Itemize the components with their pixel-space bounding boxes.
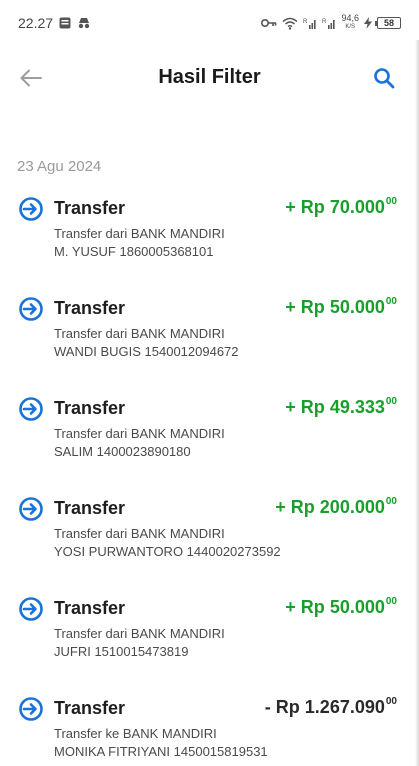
transaction-amount: + Rp 49.33300 — [285, 396, 397, 418]
transaction-description: Transfer dari BANK MANDIRI M. YUSUF 1860… — [54, 225, 225, 261]
transaction-type: Transfer — [54, 398, 126, 418]
incognito-icon — [77, 17, 91, 29]
transaction-amount: + Rp 200.00000 — [275, 496, 397, 518]
amount-currency: Rp — [300, 397, 325, 417]
transaction-amount: + Rp 50.00000 — [285, 296, 397, 318]
amount-value: 50.000 — [329, 597, 385, 617]
page-title: Hasil Filter — [158, 66, 261, 88]
transaction-item[interactable]: Transfer + Rp 70.00000 Transfer dari BAN… — [0, 190, 419, 290]
transaction-bank-line: Transfer dari BANK MANDIRI — [54, 626, 225, 641]
transaction-bank-line: Transfer dari BANK MANDIRI — [54, 326, 225, 341]
transaction-description: Transfer dari BANK MANDIRI SALIM 1400023… — [54, 425, 225, 461]
transaction-list: Transfer + Rp 70.00000 Transfer dari BAN… — [0, 190, 419, 766]
status-right: R R 94,6 K/S 58 — [261, 14, 401, 32]
transaction-account-line: WANDI BUGIS 1540012094672 — [54, 344, 239, 359]
transaction-type: Transfer — [54, 698, 126, 718]
transfer-icon — [19, 397, 43, 421]
amount-value: 70.000 — [329, 197, 385, 217]
amount-cents: 00 — [385, 296, 397, 307]
amount-currency: Rp — [275, 697, 300, 717]
network-speed-value: 94,6 — [341, 13, 359, 23]
svg-text:R: R — [322, 19, 327, 25]
amount-value: 200.000 — [319, 497, 385, 517]
transaction-account-line: M. YUSUF 1860005368101 — [54, 244, 214, 259]
amount-cents: 00 — [385, 196, 397, 207]
transfer-icon — [19, 697, 43, 721]
vpn-key-icon — [261, 18, 277, 28]
transaction-item[interactable]: Transfer - Rp 1.267.09000 Transfer ke BA… — [0, 690, 419, 766]
amount-sign: + — [285, 297, 296, 317]
amount-cents: 00 — [385, 496, 397, 507]
notification-app-icon — [59, 17, 71, 29]
amount-cents: 00 — [385, 396, 397, 407]
transaction-item[interactable]: Transfer + Rp 50.00000 Transfer dari BAN… — [0, 590, 419, 690]
amount-cents: 00 — [385, 696, 397, 707]
transaction-description: Transfer dari BANK MANDIRI YOSI PURWANTO… — [54, 525, 281, 561]
transfer-icon — [19, 197, 43, 221]
transfer-icon — [19, 297, 43, 321]
app-bar: Hasil Filter — [0, 46, 419, 110]
transaction-account-line: SALIM 1400023890180 — [54, 444, 191, 459]
charging-bolt-icon — [364, 17, 372, 29]
transaction-account-line: JUFRI 1510015473819 — [54, 644, 189, 659]
amount-value: 50.000 — [329, 297, 385, 317]
date-header: 23 Agu 2024 — [17, 158, 102, 175]
transaction-account-line: MONIKA FITRIYANI 1450015819531 — [54, 744, 268, 759]
transaction-bank-line: Transfer dari BANK MANDIRI — [54, 426, 225, 441]
arrow-left-icon — [20, 69, 42, 87]
status-time: 22.27 — [18, 15, 54, 31]
transaction-item[interactable]: Transfer + Rp 200.00000 Transfer dari BA… — [0, 490, 419, 590]
transaction-type: Transfer — [54, 198, 126, 218]
amount-value: 1.267.090 — [304, 697, 385, 717]
transaction-bank-line: Transfer ke BANK MANDIRI — [54, 726, 217, 741]
amount-sign: + — [285, 597, 296, 617]
transaction-amount: - Rp 1.267.09000 — [264, 696, 397, 718]
transaction-description: Transfer dari BANK MANDIRI WANDI BUGIS 1… — [54, 325, 239, 361]
amount-currency: Rp — [300, 597, 325, 617]
transaction-type: Transfer — [54, 298, 126, 318]
transaction-amount: + Rp 70.00000 — [285, 196, 397, 218]
transaction-amount: + Rp 50.00000 — [285, 596, 397, 618]
status-left: 22.27 — [18, 15, 91, 31]
wifi-icon — [282, 17, 298, 30]
signal-strength-icon-1: R — [303, 17, 317, 30]
amount-sign: + — [285, 197, 296, 217]
transaction-type: Transfer — [54, 598, 126, 618]
amount-sign: - — [264, 697, 271, 717]
amount-currency: Rp — [300, 297, 325, 317]
transfer-icon — [19, 497, 43, 521]
battery-indicator: 58 — [375, 17, 401, 29]
transaction-account-line: YOSI PURWANTORO 1440020273592 — [54, 544, 281, 559]
back-button[interactable] — [18, 66, 44, 90]
transaction-bank-line: Transfer dari BANK MANDIRI — [54, 526, 225, 541]
status-bar: 22.27 R R 94,6 K/S 58 — [0, 0, 419, 46]
svg-text:R: R — [303, 19, 308, 25]
amount-value: 49.333 — [329, 397, 385, 417]
transaction-description: Transfer ke BANK MANDIRI MONIKA FITRIYAN… — [54, 725, 268, 761]
amount-cents: 00 — [385, 596, 397, 607]
amount-sign: + — [285, 397, 296, 417]
transaction-bank-line: Transfer dari BANK MANDIRI — [54, 226, 225, 241]
search-button[interactable] — [371, 66, 397, 90]
amount-currency: Rp — [300, 197, 325, 217]
network-speed-unit: K/S — [345, 24, 356, 30]
transaction-type: Transfer — [54, 498, 126, 518]
amount-currency: Rp — [290, 497, 315, 517]
transaction-item[interactable]: Transfer + Rp 49.33300 Transfer dari BAN… — [0, 390, 419, 490]
signal-strength-icon-2: R — [322, 17, 336, 30]
transaction-item[interactable]: Transfer + Rp 50.00000 Transfer dari BAN… — [0, 290, 419, 390]
transaction-description: Transfer dari BANK MANDIRI JUFRI 1510015… — [54, 625, 225, 661]
transfer-icon — [19, 597, 43, 621]
search-icon — [374, 68, 395, 89]
amount-sign: + — [275, 497, 286, 517]
network-speed: 94,6 K/S — [341, 14, 359, 32]
